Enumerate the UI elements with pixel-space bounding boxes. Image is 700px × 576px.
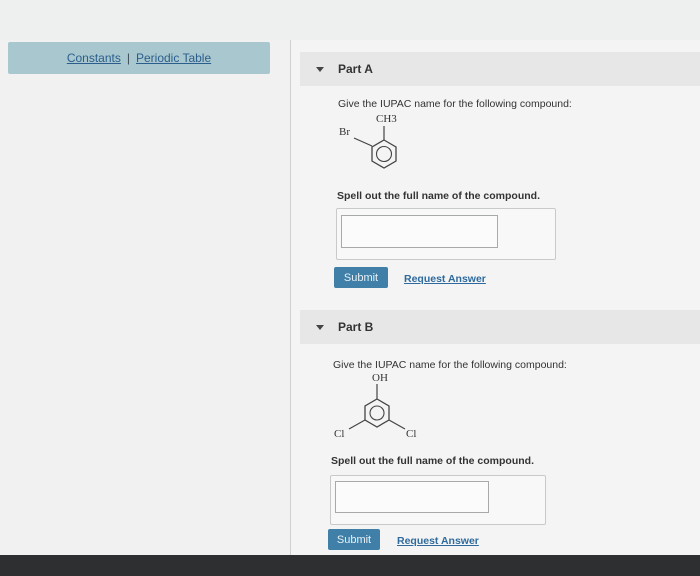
caret-down-icon — [316, 324, 324, 330]
part-a-molecule: CH3 Br — [339, 113, 397, 169]
constants-link[interactable]: Constants — [67, 51, 121, 65]
tools-separator: | — [126, 51, 130, 65]
part-a-answer-input[interactable] — [341, 215, 498, 248]
part-a-request-answer-link[interactable]: Request Answer — [404, 273, 486, 285]
part-a-substituent-left: Br — [339, 126, 350, 138]
part-a-header[interactable]: Part A — [300, 52, 700, 86]
part-b-instruction: Spell out the full name of the compound. — [331, 455, 534, 467]
top-strip — [0, 0, 700, 40]
periodic-table-link[interactable]: Periodic Table — [136, 51, 211, 65]
part-b-substituent-right: Cl — [406, 428, 416, 440]
part-b-molecule: OH Cl Cl — [334, 372, 416, 440]
part-b-header[interactable]: Part B — [300, 310, 700, 344]
tools-bar: Constants | Periodic Table — [8, 42, 270, 74]
part-b-answer-input[interactable] — [335, 481, 489, 513]
part-b-substituent-left: Cl — [334, 428, 344, 440]
left-panel — [0, 40, 290, 555]
part-b-submit-button[interactable]: Submit — [328, 529, 380, 550]
part-b-substituent-top: OH — [372, 372, 388, 384]
part-b-title: Part B — [338, 320, 374, 334]
part-a-substituent-top: CH3 — [376, 113, 397, 125]
part-a-title: Part A — [338, 62, 373, 76]
part-a-instruction: Spell out the full name of the compound. — [337, 190, 540, 202]
bottom-bar — [0, 555, 700, 576]
caret-down-icon — [316, 66, 324, 72]
part-b-request-answer-link[interactable]: Request Answer — [397, 535, 479, 547]
part-a-submit-button[interactable]: Submit — [334, 267, 388, 288]
